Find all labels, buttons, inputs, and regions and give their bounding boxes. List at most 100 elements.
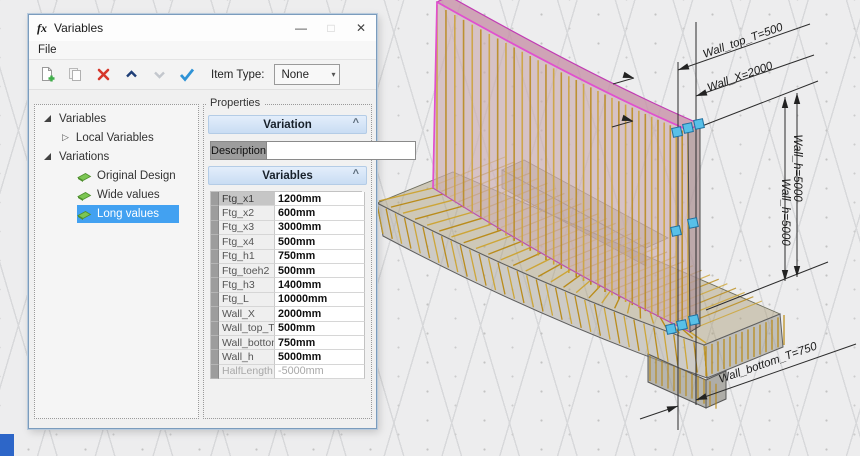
properties-group-label: Properties — [206, 97, 264, 109]
row-header-strip — [211, 278, 219, 292]
tree-label: Wide values — [97, 189, 160, 201]
variable-name-cell: Ftg_L — [219, 293, 275, 307]
toolbar: Item Type: None ▾ — [29, 60, 376, 90]
variable-name-cell: Ftg_toeh2 — [219, 264, 275, 278]
variable-value-cell[interactable]: 1200mm — [275, 192, 365, 206]
row-header-strip — [211, 206, 219, 220]
variables-tree[interactable]: Variables ▷ Local Variables Variations O… — [34, 104, 199, 419]
variable-name-cell: Wall_bottom_T — [219, 336, 275, 350]
variable-value-cell[interactable]: 2000mm — [275, 307, 365, 321]
description-label: Description — [210, 141, 266, 160]
variable-row[interactable]: Ftg_L 10000mm — [211, 293, 362, 307]
variable-row[interactable]: Ftg_toeh2 500mm — [211, 264, 362, 278]
tree-item-variation[interactable]: Wide values — [77, 186, 179, 204]
variable-value-cell[interactable]: 3000mm — [275, 221, 365, 235]
collapse-chevron-icon[interactable]: ^ — [353, 117, 359, 129]
menu-file[interactable]: File — [29, 44, 66, 56]
move-up-button[interactable] — [119, 63, 143, 87]
variable-row[interactable]: Ftg_x2 600mm — [211, 206, 362, 220]
variable-row[interactable]: Ftg_x1 1200mm — [211, 192, 362, 206]
variable-row[interactable]: Ftg_x3 3000mm — [211, 221, 362, 235]
expander-collapsed-icon[interactable]: ▷ — [62, 133, 69, 142]
variable-value-cell[interactable]: 750mm — [275, 336, 365, 350]
expander-expanded-icon[interactable] — [44, 153, 51, 160]
variable-name-cell: Ftg_x1 — [219, 192, 275, 206]
tree-row: Long values — [35, 204, 198, 223]
delete-variable-button[interactable] — [91, 63, 115, 87]
copy-icon — [67, 66, 84, 83]
row-header-strip — [211, 235, 219, 249]
fx-icon: fx — [37, 21, 47, 36]
variables-dialog: fx Variables — □ ✕ File — [28, 14, 377, 429]
variable-name-cell: Ftg_h1 — [219, 250, 275, 264]
variable-value-cell[interactable]: 500mm — [275, 235, 365, 249]
drag-handle[interactable] — [688, 218, 699, 229]
item-type-dropdown[interactable]: None ▾ — [274, 64, 340, 85]
variable-row[interactable]: Wall_bottom_T 750mm — [211, 336, 362, 350]
variable-value-cell[interactable]: 500mm — [275, 322, 365, 336]
check-icon — [178, 66, 196, 83]
variable-name-cell: Ftg_x4 — [219, 235, 275, 249]
variations-children: Original Design Wide values Long values — [35, 166, 198, 223]
minimize-button[interactable]: — — [286, 16, 316, 40]
dropdown-arrow-icon: ▾ — [331, 70, 339, 79]
tree-label: Variations — [59, 151, 109, 163]
tree-label: Variables — [59, 113, 106, 125]
row-header-strip — [211, 307, 219, 321]
dim-label-wall-h-1: Wall_h=5000 — [779, 178, 791, 246]
variable-value-cell[interactable]: 600mm — [275, 206, 365, 220]
item-type-value: None — [281, 69, 309, 81]
apply-button[interactable] — [175, 63, 199, 87]
variable-value-cell[interactable]: 5000mm — [275, 350, 365, 364]
drag-handle[interactable] — [677, 320, 688, 331]
variation-component-icon — [77, 207, 92, 221]
variable-row[interactable]: Ftg_x4 500mm — [211, 235, 362, 249]
variable-row[interactable]: Ftg_h3 1400mm — [211, 278, 362, 292]
dialog-titlebar[interactable]: fx Variables — □ ✕ — [29, 15, 376, 41]
tree-node-local-variables[interactable]: ▷ Local Variables — [35, 128, 198, 147]
variation-component-icon — [77, 169, 92, 183]
menu-bar: File — [29, 41, 376, 60]
drag-handle[interactable] — [694, 119, 705, 130]
variable-row[interactable]: Wall_top_T 500mm — [211, 322, 362, 336]
new-variable-button[interactable] — [35, 63, 59, 87]
drag-handle[interactable] — [671, 226, 682, 237]
drag-handle[interactable] — [672, 127, 683, 138]
tree-row: Wide values — [35, 185, 198, 204]
row-header-strip — [211, 322, 219, 336]
copy-variable-button[interactable] — [63, 63, 87, 87]
variable-value-cell[interactable]: -5000mm — [275, 365, 365, 379]
new-page-icon — [39, 66, 56, 83]
variable-name-cell: Wall_top_T — [219, 322, 275, 336]
taskbar-corner-square — [0, 434, 14, 456]
close-button[interactable]: ✕ — [346, 16, 376, 40]
drag-handle[interactable] — [689, 315, 700, 326]
variable-value-cell[interactable]: 10000mm — [275, 293, 365, 307]
row-header-strip — [211, 365, 219, 379]
tree-node-variables[interactable]: Variables — [35, 109, 198, 128]
variable-name-cell: Ftg_x2 — [219, 206, 275, 220]
collapse-chevron-icon[interactable]: ^ — [353, 168, 359, 180]
variable-name-cell: HalfLength — [219, 365, 275, 379]
expander-expanded-icon[interactable] — [44, 115, 51, 122]
tree-item-variation[interactable]: Long values — [77, 205, 179, 223]
variable-row[interactable]: Wall_h 5000mm — [211, 350, 362, 364]
variable-value-cell[interactable]: 1400mm — [275, 278, 365, 292]
delete-x-icon — [95, 66, 112, 83]
drag-handle[interactable] — [683, 123, 694, 134]
variation-section-header[interactable]: Variation ^ — [208, 115, 367, 134]
section-title: Variables — [262, 170, 313, 182]
variables-section-header[interactable]: Variables ^ — [208, 166, 367, 185]
tree-item-variation[interactable]: Original Design — [77, 167, 182, 185]
drag-handle[interactable] — [666, 324, 677, 335]
dialog-title: Variables — [54, 21, 286, 35]
variable-value-cell[interactable]: 500mm — [275, 264, 365, 278]
move-down-button[interactable] — [147, 63, 171, 87]
description-input[interactable] — [266, 141, 416, 160]
variable-value-cell[interactable]: 750mm — [275, 250, 365, 264]
variable-row[interactable]: HalfLength -5000mm — [211, 365, 362, 379]
tree-node-variations[interactable]: Variations — [35, 147, 198, 166]
tree-label: Original Design — [97, 170, 176, 182]
variable-row[interactable]: Wall_X 2000mm — [211, 307, 362, 321]
variable-row[interactable]: Ftg_h1 750mm — [211, 250, 362, 264]
